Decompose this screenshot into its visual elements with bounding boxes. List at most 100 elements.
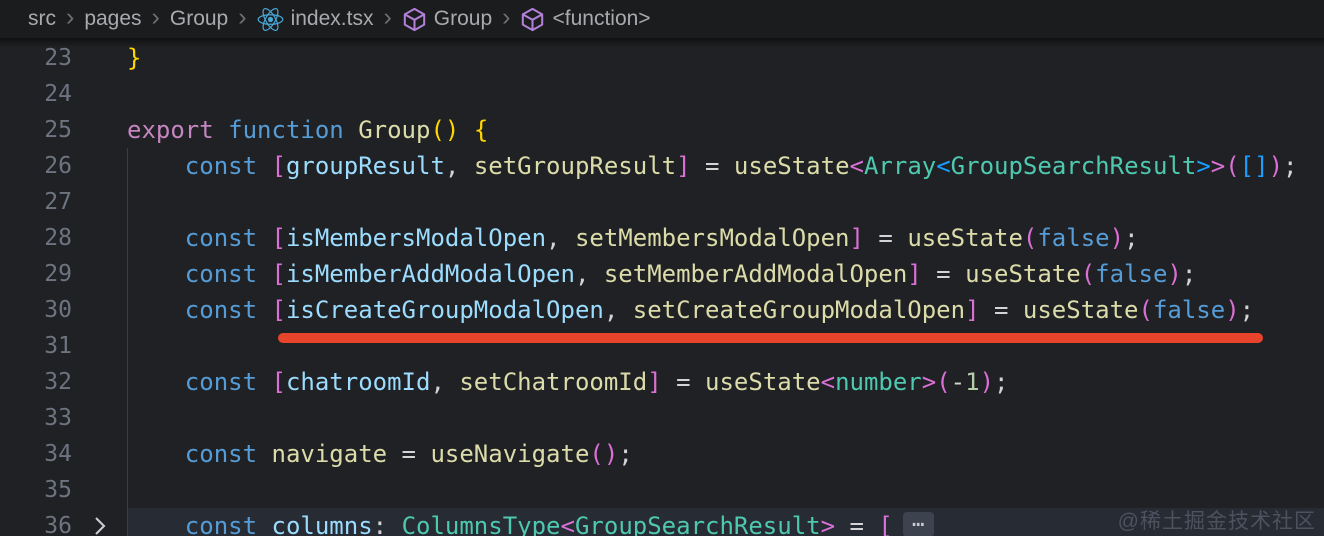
code-token: }: [127, 44, 142, 72]
code-token: []: [1239, 152, 1269, 180]
breadcrumb-item-group-symbol[interactable]: Group: [402, 7, 492, 32]
breadcrumb: src › pages › Group › index.tsx › Group …: [0, 0, 1324, 38]
code-line[interactable]: 25 export function Group() {: [0, 112, 1324, 148]
code-token: useState: [965, 260, 1081, 288]
code-token: Group: [358, 116, 431, 144]
code-line-text[interactable]: const [chatroomId, setChatroomId] = useS…: [127, 364, 1324, 400]
code-token: ]: [907, 260, 922, 288]
breadcrumb-item-group-folder[interactable]: Group: [170, 7, 228, 31]
line-number[interactable]: 25: [0, 112, 72, 148]
code-token: [: [271, 296, 286, 324]
line-number[interactable]: 32: [0, 364, 72, 400]
code-token: =: [863, 224, 908, 252]
code-line[interactable]: 29 const [isMemberAddModalOpen, setMembe…: [0, 256, 1324, 292]
code-line[interactable]: 34 const navigate = useNavigate();: [0, 436, 1324, 472]
fold-chevron-icon[interactable]: [72, 508, 127, 536]
breadcrumb-item-src[interactable]: src: [28, 7, 56, 31]
code-token: const: [127, 260, 272, 288]
code-token: (: [1225, 152, 1240, 180]
code-line-text[interactable]: }: [127, 40, 1324, 76]
code-token: ;: [994, 368, 1009, 396]
code-line[interactable]: 30 const [isCreateGroupModalOpen, setCre…: [0, 292, 1324, 328]
indent-guide: [127, 148, 128, 536]
code-line-text[interactable]: [127, 400, 1324, 436]
code-token: const: [127, 512, 272, 536]
code-token: useState: [733, 152, 850, 180]
breadcrumb-label: index.tsx: [290, 7, 374, 30]
code-token: >: [921, 368, 937, 396]
code-token: setChatroomId: [459, 368, 648, 396]
line-number[interactable]: 26: [0, 148, 72, 184]
code-line-text[interactable]: [127, 76, 1324, 112]
code-token: ]: [849, 224, 864, 252]
code-token: ,: [444, 152, 474, 180]
code-token: GroupSearchResult: [950, 152, 1197, 180]
code-editor[interactable]: 23} 24 25 export function Group() {26 const…: [0, 38, 1324, 536]
code-line[interactable]: 27: [0, 184, 1324, 220]
code-line-text[interactable]: export function Group() {: [127, 112, 1324, 148]
code-line-text[interactable]: const [isMembersModalOpen, setMembersMod…: [127, 220, 1324, 256]
line-number[interactable]: 35: [0, 472, 72, 508]
line-number[interactable]: 27: [0, 184, 72, 220]
code-line-text[interactable]: [127, 472, 1324, 508]
fold-column: [72, 148, 127, 184]
breadcrumb-item-pages[interactable]: pages: [84, 7, 141, 31]
code-token: GroupSearchResult: [574, 512, 821, 536]
line-number[interactable]: 31: [0, 328, 72, 364]
watermark: @稀土掘金技术社区: [1117, 510, 1316, 533]
code-token: >: [1210, 152, 1226, 180]
code-token: const: [127, 440, 272, 468]
line-number[interactable]: 23: [0, 40, 72, 76]
code-token: groupResult: [285, 152, 445, 180]
code-line[interactable]: 33: [0, 400, 1324, 436]
code-line[interactable]: 28 const [isMembersModalOpen, setMembers…: [0, 220, 1324, 256]
code-token: -: [950, 368, 966, 396]
code-line[interactable]: 26 const [groupResult, setGroupResult] =…: [0, 148, 1324, 184]
code-token: isMemberAddModalOpen: [285, 260, 575, 288]
code-token: false: [1037, 224, 1110, 252]
code-line[interactable]: 23}: [0, 40, 1324, 76]
code-line[interactable]: 35: [0, 472, 1324, 508]
code-token: =: [661, 368, 706, 396]
line-number[interactable]: 34: [0, 436, 72, 472]
code-token: ): [1225, 296, 1240, 324]
fold-column: [72, 472, 127, 508]
fold-column: [72, 328, 127, 364]
symbol-cube-icon: [520, 7, 545, 32]
code-line-text[interactable]: const navigate = useNavigate();: [127, 436, 1324, 472]
chevron-right-icon: ›: [383, 2, 392, 31]
code-token: const: [127, 152, 272, 180]
line-number[interactable]: 30: [0, 292, 72, 328]
code-token: (: [1138, 296, 1153, 324]
code-token: ;: [1239, 296, 1255, 324]
code-token: useState: [705, 368, 821, 396]
line-number[interactable]: 28: [0, 220, 72, 256]
fold-column: [72, 76, 127, 112]
code-token: const: [127, 368, 272, 396]
code-token: navigate: [271, 440, 388, 468]
code-token: <: [849, 152, 864, 180]
breadcrumb-item-function-symbol[interactable]: <function>: [520, 7, 651, 32]
line-number[interactable]: 24: [0, 76, 72, 112]
breadcrumb-item-index-tsx[interactable]: index.tsx: [257, 6, 374, 33]
code-token: {: [473, 116, 489, 144]
line-number[interactable]: 33: [0, 400, 72, 436]
code-token: ): [1109, 224, 1125, 252]
folded-code-badge[interactable]: ⋯: [902, 511, 934, 536]
line-number[interactable]: 36: [0, 508, 72, 536]
chevron-right-icon: ›: [151, 2, 160, 31]
code-token: ,: [546, 224, 575, 252]
code-line[interactable]: 24: [0, 76, 1324, 112]
code-line[interactable]: 32 const [chatroomId, setChatroomId] = u…: [0, 364, 1324, 400]
line-number[interactable]: 29: [0, 256, 72, 292]
code-token: =: [690, 152, 734, 180]
code-line-text[interactable]: const [groupResult, setGroupResult] = us…: [127, 148, 1324, 184]
code-token: [: [271, 260, 286, 288]
code-token: ;: [1283, 152, 1298, 180]
code-line-text[interactable]: [127, 184, 1324, 220]
code-line-text[interactable]: const [isCreateGroupModalOpen, setCreate…: [127, 292, 1324, 328]
code-token: <: [820, 368, 836, 396]
code-token: columns: [271, 512, 373, 536]
code-line-text[interactable]: const [isMemberAddModalOpen, setMemberAd…: [127, 256, 1324, 292]
